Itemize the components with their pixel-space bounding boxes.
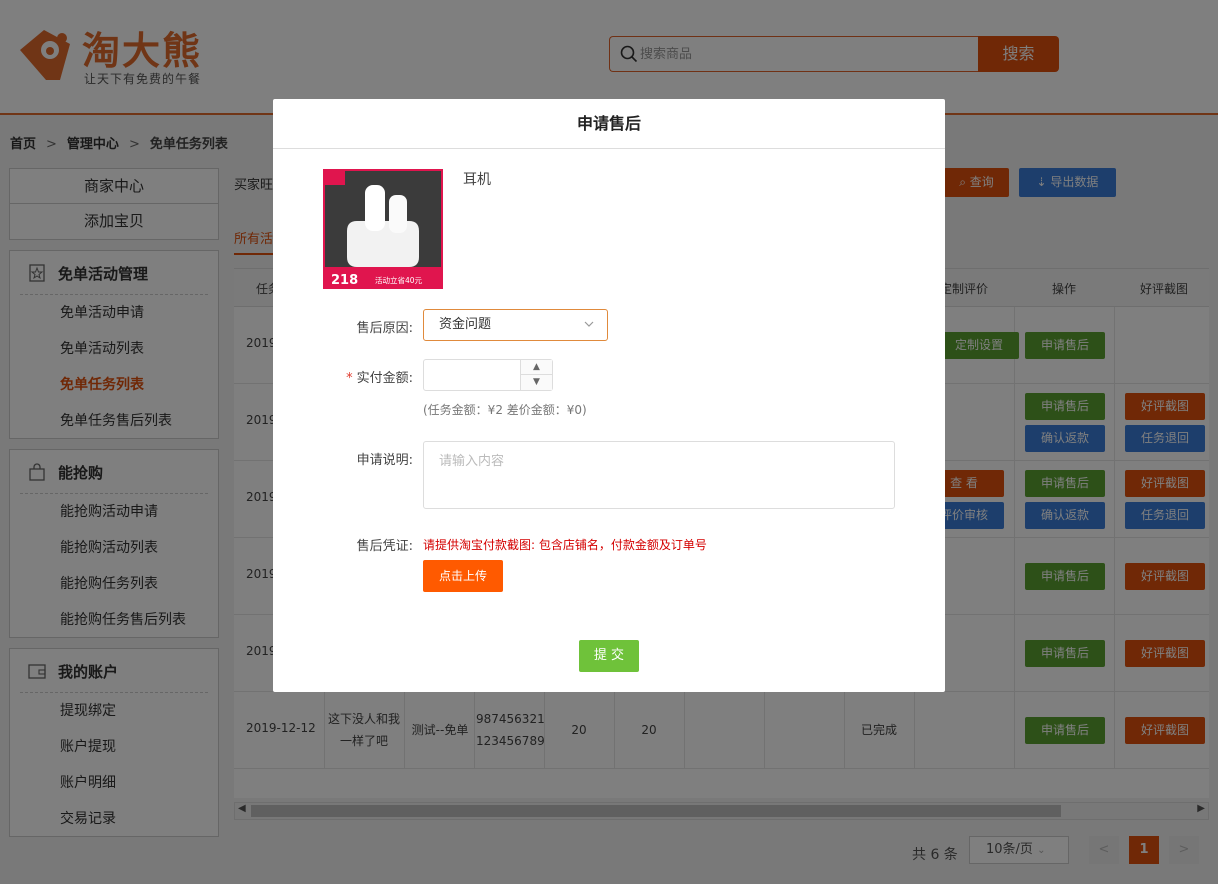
amount-label: * 实付金额: (273, 367, 413, 386)
proof-hint: 请提供淘宝付款截图: 包含店铺名，付款金额及订单号 (423, 538, 707, 552)
desc-label: 申请说明: (356, 453, 413, 468)
amount-hint: (任务金额：¥2 差价金额：¥0) (423, 403, 587, 417)
submit-button[interactable]: 提 交 (579, 640, 639, 672)
reason-label: 售后原因: (356, 321, 413, 336)
product-price: 218 (331, 273, 358, 287)
decrement-icon[interactable]: ▼ (520, 375, 552, 390)
upload-button[interactable]: 点击上传 (423, 560, 503, 592)
reason-select[interactable]: 资金问题 (423, 309, 608, 341)
product-image: 218 活动立省40元 (323, 169, 443, 289)
required-mark: * (346, 371, 353, 386)
aftersale-dialog: 申请售后 218 活动立省40元 耳机 售后原因: 资金问题 * 实付金额: ▲ … (273, 99, 945, 692)
chevron-down-icon (584, 321, 594, 327)
dialog-title: 申请售后 (273, 99, 945, 149)
increment-icon[interactable]: ▲ (520, 360, 552, 375)
product-name: 耳机 (463, 172, 491, 188)
desc-textarea[interactable] (423, 441, 895, 509)
reason-value: 资金问题 (439, 317, 492, 332)
product-badge: 活动立省40元 (375, 275, 423, 285)
amount-stepper[interactable]: ▲ ▼ (423, 359, 553, 391)
proof-label: 售后凭证: (356, 539, 413, 554)
earbuds-product-icon: 218 活动立省40元 (325, 171, 441, 287)
amount-label-text: 实付金额: (356, 371, 413, 386)
